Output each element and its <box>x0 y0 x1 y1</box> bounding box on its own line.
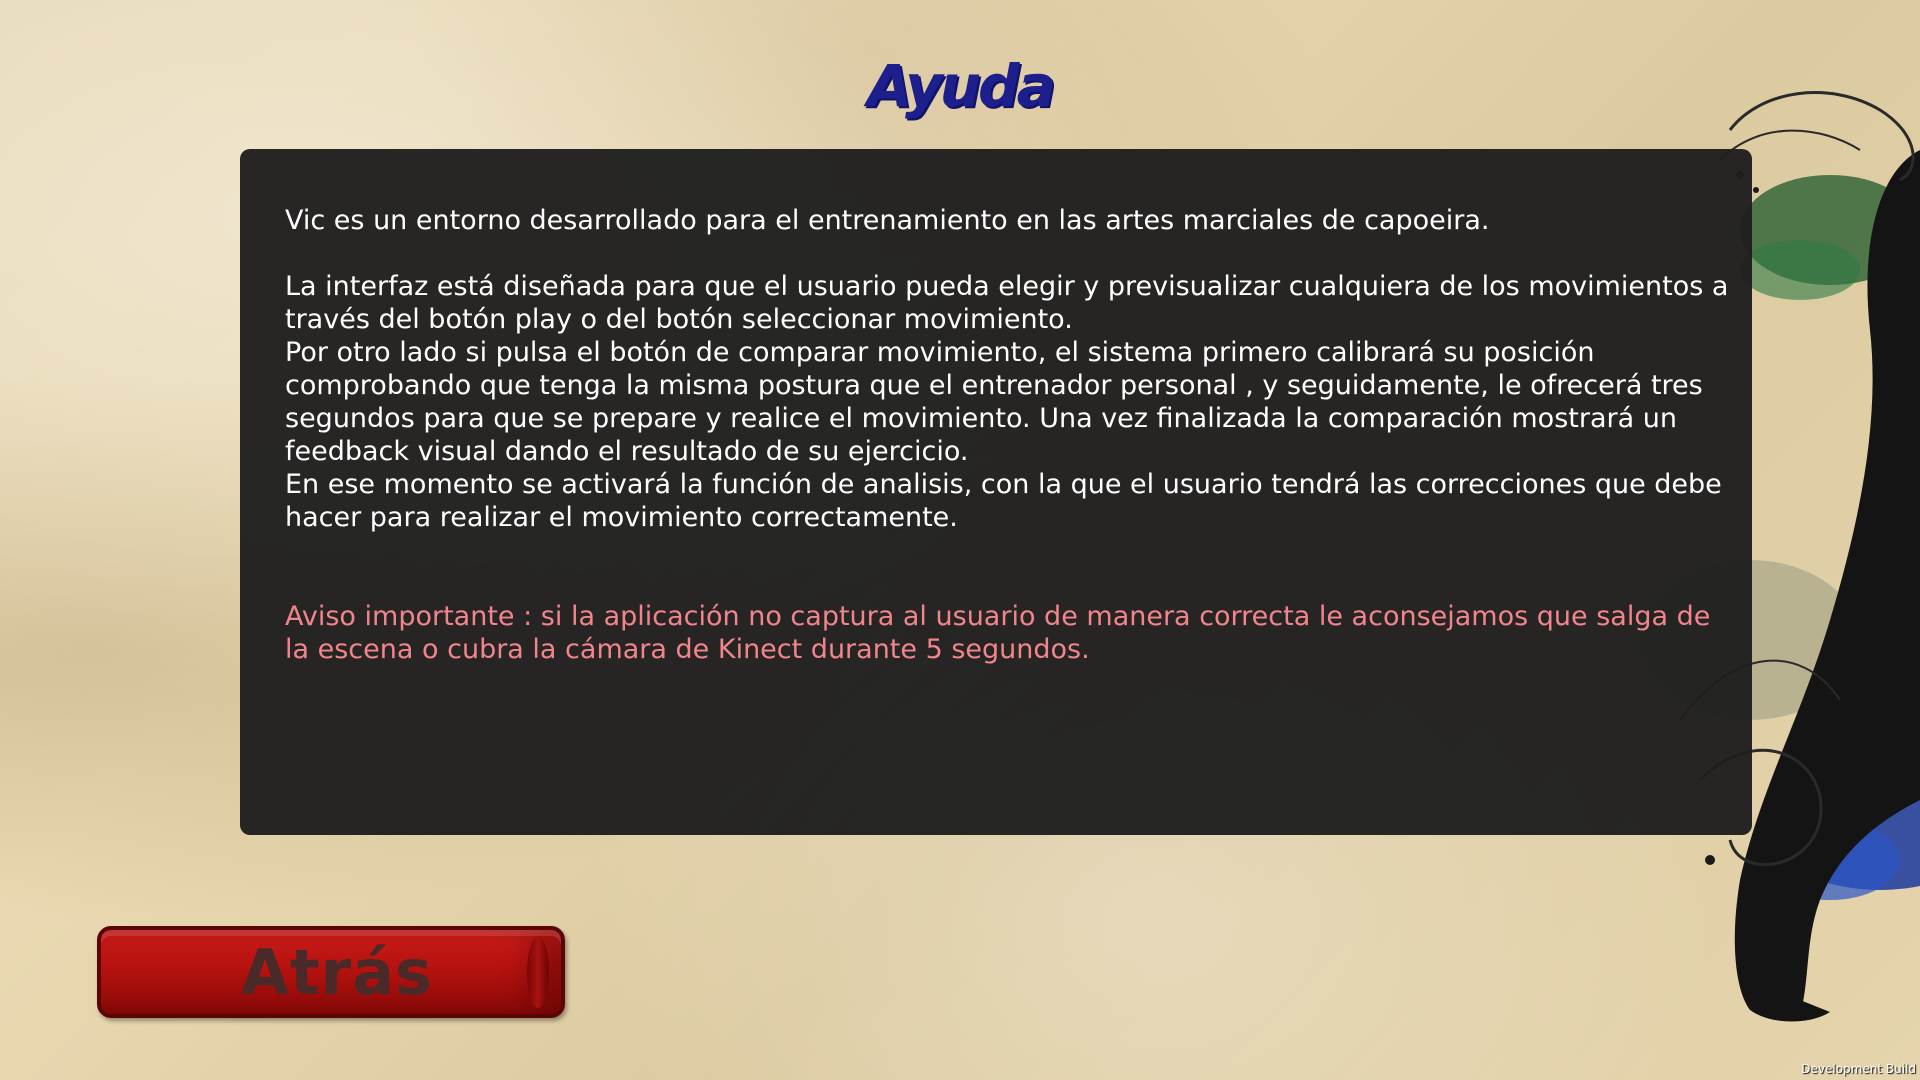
help-interface-text: La interfaz está diseñada para que el us… <box>285 271 1729 335</box>
back-button-label: Atrás <box>241 936 433 1009</box>
scroll-roll-decoration <box>527 936 549 1008</box>
help-compare-text: Por otro lado si pulsa el botón de compa… <box>285 337 1703 467</box>
development-build-label: Development Build <box>1801 1062 1916 1076</box>
help-intro-text: Vic es un entorno desarrollado para el e… <box>285 205 1490 236</box>
help-analysis-text: En ese momento se activará la función de… <box>285 469 1722 533</box>
page-title: Ayuda <box>867 52 1055 120</box>
back-button[interactable]: Atrás <box>97 926 565 1018</box>
important-warning-text: Aviso importante : si la aplicación no c… <box>285 601 1711 665</box>
help-panel: Vic es un entorno desarrollado para el e… <box>240 149 1752 835</box>
